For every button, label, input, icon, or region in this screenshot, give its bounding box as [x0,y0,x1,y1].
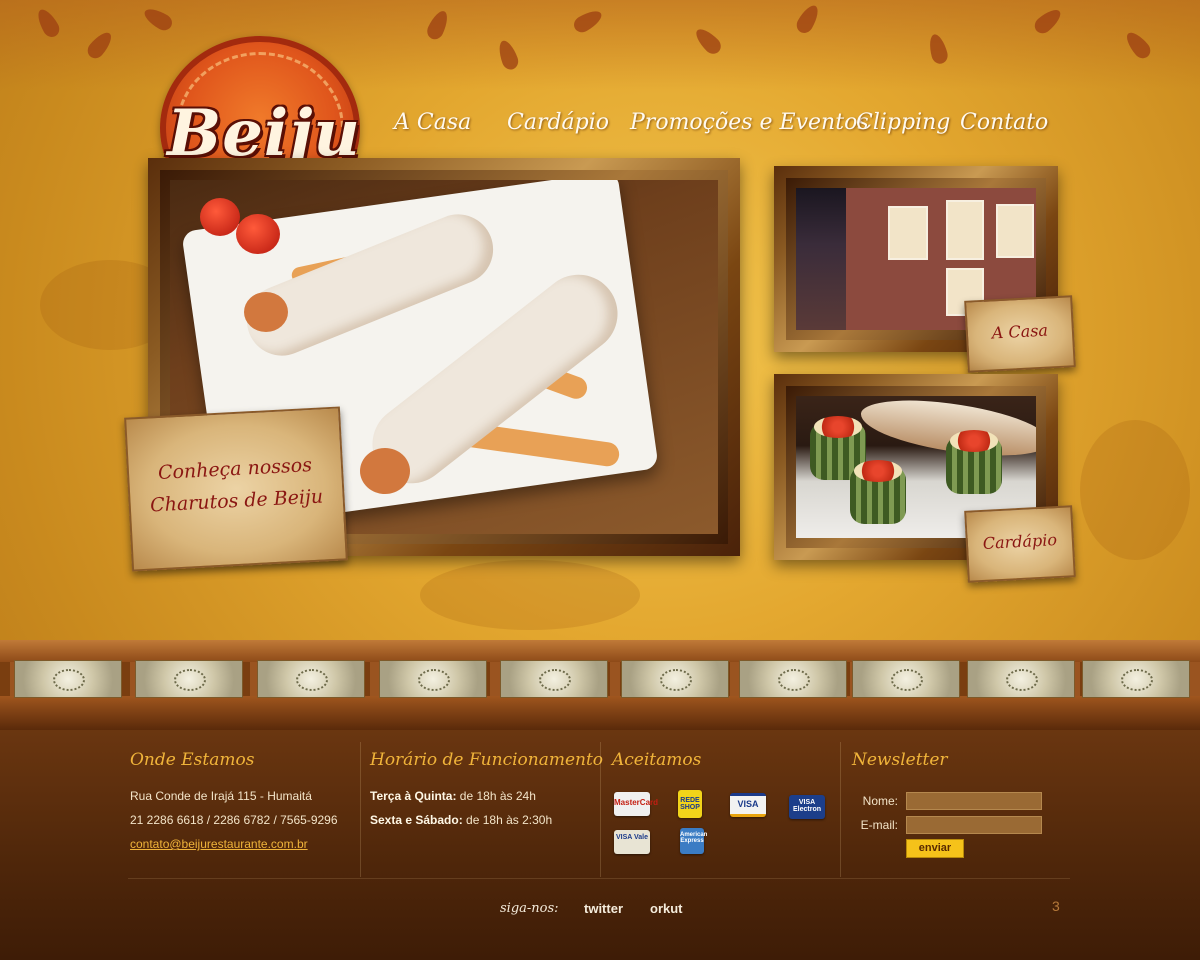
visa-vale-icon: VISA Vale [614,830,650,854]
footer-rule [128,878,1070,879]
card-label-a-casa[interactable]: A Casa [964,295,1076,373]
card-name: REDE SHOP [680,797,700,811]
name-input[interactable] [906,792,1042,810]
feature-label[interactable]: Conheça nossos Charutos de Beiju [124,406,348,572]
hours-days: Sexta e Sábado: [370,813,463,827]
feature-label-line1: Conheça nossos [157,454,313,485]
card-label-text: A Casa [991,320,1049,343]
footer: Onde Estamos Rua Conde de Irajá 115 - Hu… [0,730,1200,960]
nav-item-contato[interactable]: Contato [960,110,1048,135]
footer-hours-title: Horário de Funcionamento [370,750,604,770]
card-name: VISA [737,799,759,809]
hours-time: de 18h às 2:30h [462,813,553,827]
orkut-link[interactable]: orkut [650,901,683,916]
email-label: E-mail: [860,818,898,832]
floor-tile [1082,660,1190,698]
card-name: MasterCard [614,798,659,807]
address: Rua Conde de Irajá 115 - Humaitá [130,789,312,803]
card-label-text: Cardápio [982,530,1058,553]
footer-hours: Horário de Funcionamento Terça à Quinta:… [370,742,603,877]
nav-item-cardapio[interactable]: Cardápio [507,110,609,135]
footer-location-title: Onde Estamos [130,750,255,770]
zucchini-topping [814,416,862,438]
building-window [996,204,1034,258]
nav-item-promocoes-eventos[interactable]: Promoções e Eventos [630,110,869,135]
page: Beiju A Casa Cardápio Promoções e Evento… [0,0,1200,960]
stuffed-zucchini [850,460,906,524]
card-name: American Express [680,832,708,844]
hours-days: Terça à Quinta: [370,789,457,803]
zucchini-topping [950,430,998,452]
hours-row: Sexta e Sábado: de 18h às 2:30h [370,813,552,827]
tomato [200,198,240,236]
visa-electron-icon: VISA Electron [789,795,825,819]
building-window [946,200,984,260]
roll-filling [360,448,410,494]
phones: 21 2286 6618 / 2286 6782 / 7565-9296 [130,813,338,827]
floor-tile [379,660,487,698]
footer-payments: Aceitamos MasterCard REDE SHOP VISA VISA… [612,742,837,877]
feature-label-line2: Charutos de Beiju [149,485,324,517]
page-number: 3 [1052,898,1060,914]
roll-filling [244,292,288,332]
footer-divider [360,742,361,877]
stuffed-zucchini [946,430,1002,494]
follow-label: siga-nos: [500,901,559,916]
submit-button[interactable]: enviar [906,839,964,858]
building-window [888,206,928,260]
card-label-cardapio[interactable]: Cardápio [964,505,1076,583]
card-name: VISA Electron [792,799,821,813]
texture-spot [1080,420,1190,560]
floor-tile [967,660,1075,698]
floor-edge [0,696,1200,730]
name-label: Nome: [862,794,898,808]
nav-item-a-casa[interactable]: A Casa [394,110,471,135]
twitter-link[interactable]: twitter [584,901,623,916]
floor-tile [739,660,847,698]
floor-tile [14,660,122,698]
footer-divider [600,742,601,877]
hours-row: Terça à Quinta: de 18h às 24h [370,789,536,803]
nav-item-clipping[interactable]: Clipping [856,110,950,135]
hours-time: de 18h às 24h [456,789,536,803]
tomato [236,214,280,254]
floor-tile [852,660,960,698]
footer-newsletter-title: Newsletter [852,750,948,770]
email-input[interactable] [906,816,1042,834]
mastercard-icon: MasterCard [614,792,659,816]
floor-tile [621,660,729,698]
floor-edge [0,640,1200,662]
footer-divider [840,742,841,877]
amex-icon: American Express [680,828,708,854]
card-name: VISA Vale [615,834,649,841]
footer-location: Onde Estamos Rua Conde de Irajá 115 - Hu… [130,742,355,877]
redeshop-icon: REDE SHOP [678,790,702,818]
floor-tile [257,660,365,698]
footer-newsletter: Newsletter Nome: E-mail: enviar [852,742,1072,877]
footer-payments-title: Aceitamos [612,750,702,770]
email-link[interactable]: contato@beijurestaurante.com.br [130,837,308,851]
floor-tile [135,660,243,698]
texture-spot [420,560,640,630]
visa-icon: VISA [730,793,766,817]
zucchini-topping [854,460,902,482]
floor-tile [500,660,608,698]
